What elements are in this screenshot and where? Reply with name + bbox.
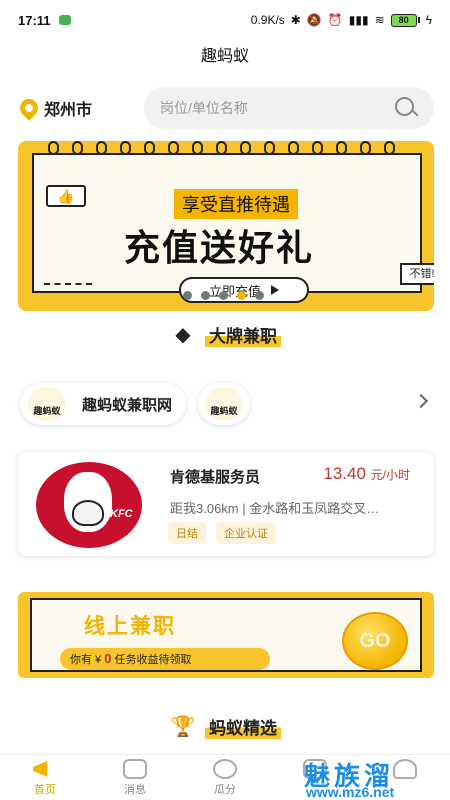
section-brand-jobs: ◆ 大牌兼职	[0, 322, 450, 347]
kfc-logo-text: KFC	[110, 508, 133, 520]
search-input[interactable]: 岗位/单位名称	[144, 87, 434, 129]
tab-label: 瓜分	[214, 784, 236, 796]
page-dot[interactable]	[255, 291, 264, 300]
status-bar: 17:11 0.9K/s ✱ 🔕 ⏰ ▮▮▮ ≋ 80 ϟ	[0, 0, 450, 40]
battery-level: 80	[390, 13, 417, 27]
job-title: 肯德基服务员	[170, 469, 261, 486]
banner-pagination[interactable]	[183, 291, 264, 300]
job-salary: 13.40 元/小时	[323, 464, 410, 484]
page-dot[interactable]	[219, 291, 228, 300]
section-title: 大牌兼职	[205, 322, 281, 347]
banner-bubble: 不错!	[400, 263, 434, 285]
kfc-logo-icon: KFC	[36, 462, 142, 548]
page-dot[interactable]	[183, 291, 192, 300]
page-dot-active[interactable]	[237, 291, 246, 300]
job-meta: 距我3.06km | 金水路和玉凤路交叉…	[170, 501, 380, 516]
online-inner: 线上兼职 你有 ¥ 0 任务收益待领取 GO	[30, 598, 422, 672]
online-title: 线上兼职	[84, 615, 176, 638]
salary-unit: 元/小时	[370, 468, 410, 482]
tab-label: 消息	[124, 784, 146, 796]
note-suffix: 任务收益待领取	[114, 654, 192, 666]
earnings-amount: 0	[104, 651, 112, 666]
status-time: 17:11	[18, 12, 51, 28]
promo-banner[interactable]: 👍 享受直推待遇 充值送好礼 立即充值 不错!	[18, 141, 434, 311]
app-title: 趣蚂蚁	[200, 48, 249, 65]
qumayi-logo-icon: 趣蚂蚁	[28, 387, 66, 421]
banner-headline: 充值送好礼	[124, 227, 315, 268]
diamond-icon: ◆	[175, 323, 191, 346]
wave-decoration	[44, 283, 92, 293]
earnings-note: 你有 ¥ 0 任务收益待领取	[60, 648, 270, 670]
melon-icon	[213, 759, 237, 779]
notebook-rings	[48, 141, 428, 159]
qumayi-logo-icon: 趣蚂蚁	[205, 387, 244, 421]
location-pin-icon	[16, 95, 42, 121]
tab-share[interactable]: 瓜分	[180, 755, 270, 800]
online-jobs-banner[interactable]: 线上兼职 你有 ¥ 0 任务收益待领取 GO	[18, 592, 434, 678]
tab-label: 首页	[34, 784, 56, 796]
brand-tag-label: 趣蚂蚁兼职网	[82, 396, 173, 414]
section-ant-select: 🏆 蚂蚁精选	[0, 714, 450, 739]
battery-icon: 80	[390, 13, 420, 27]
message-icon	[123, 759, 147, 779]
go-button[interactable]: GO	[342, 612, 408, 670]
wechat-notification-icon	[58, 15, 71, 25]
charging-icon: ϟ	[425, 13, 432, 27]
page-dot[interactable]	[201, 291, 210, 300]
search-placeholder: 岗位/单位名称	[160, 100, 248, 116]
city-label: 郑州市	[44, 102, 93, 119]
job-card[interactable]: KFC 肯德基服务员 13.40 元/小时 距我3.06km | 金水路和玉凤路…	[18, 452, 434, 556]
home-icon	[33, 761, 48, 777]
salary-value: 13.40	[323, 464, 366, 483]
alarm-icon: ⏰	[327, 13, 343, 27]
note-prefix: 你有 ¥	[70, 654, 102, 666]
section-title: 蚂蚁精选	[205, 714, 281, 739]
chip-daily-pay: 日结	[168, 522, 206, 544]
play-arrow-icon	[271, 285, 279, 295]
signal-icon: ▮▮▮	[348, 13, 369, 27]
search-icon[interactable]	[394, 96, 418, 120]
chip-verified: 企业认证	[216, 522, 276, 544]
mute-icon: 🔕	[306, 13, 322, 27]
trophy-icon: 🏆	[170, 715, 196, 738]
brand-tags: 趣蚂蚁 趣蚂蚁兼职网 趣蚂蚁	[20, 381, 440, 427]
net-speed: 0.9K/s	[250, 13, 285, 27]
brand-tag-qumayi-2[interactable]: 趣蚂蚁	[198, 383, 251, 425]
banner-subtitle: 享受直推待遇	[174, 189, 298, 219]
user-icon	[393, 759, 417, 779]
location-selector[interactable]: 郑州市	[16, 95, 93, 121]
brand-tag-qumayi[interactable]: 趣蚂蚁 趣蚂蚁兼职网	[20, 383, 187, 425]
wifi-icon: ≋	[374, 13, 385, 27]
job-chips: 日结 企业认证	[168, 522, 276, 544]
status-right: 0.9K/s ✱ 🔕 ⏰ ▮▮▮ ≋ 80 ϟ	[251, 13, 432, 27]
tab-home[interactable]: 首页	[0, 755, 90, 800]
bluetooth-icon: ✱	[290, 13, 301, 27]
banner-paper: 👍 享受直推待遇 充值送好礼 立即充值 不错!	[32, 153, 434, 303]
thumbs-up-icon: 👍	[46, 185, 86, 207]
tab-messages[interactable]: 消息	[90, 755, 180, 800]
watermark-url: www.mz6.net	[306, 784, 395, 800]
